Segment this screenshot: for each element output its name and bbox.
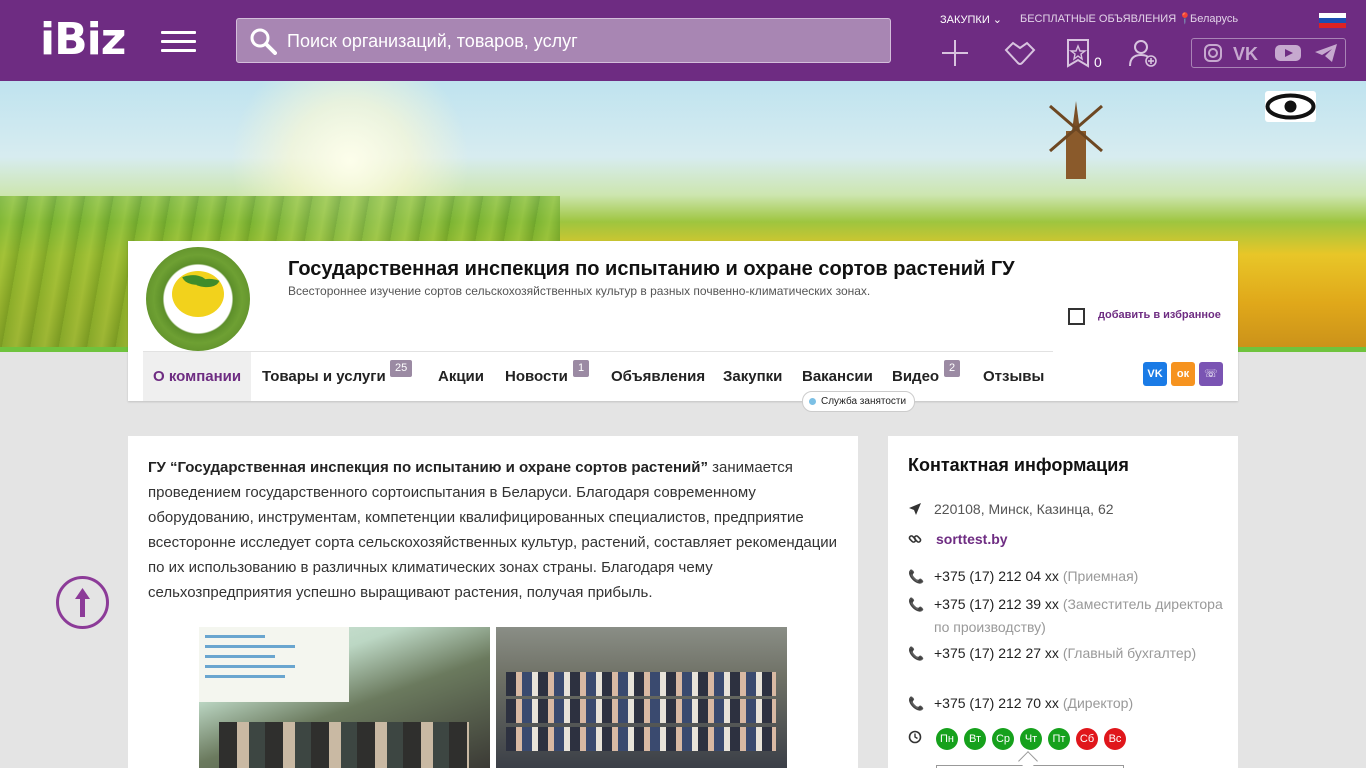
vk-icon[interactable]: VK bbox=[1233, 43, 1265, 63]
gallery-photo[interactable] bbox=[199, 627, 490, 768]
tab-video-badge: 2 bbox=[944, 360, 961, 377]
contact-phone[interactable]: 📞 +375 (17) 212 27 xx (Главный бухгалтер… bbox=[908, 642, 1228, 665]
phone-icon: 📞 bbox=[908, 646, 925, 661]
telegram-icon[interactable] bbox=[1314, 43, 1338, 63]
gallery-photo[interactable] bbox=[496, 627, 787, 768]
phone-icon: 📞 bbox=[908, 597, 925, 612]
share-viber-icon[interactable]: ☏ bbox=[1199, 362, 1223, 386]
windmill-image bbox=[1049, 101, 1103, 179]
tab-ads[interactable]: Объявления bbox=[601, 352, 715, 401]
contacts-panel: Контактная информация 220108, Минск, Каз… bbox=[888, 436, 1238, 768]
day-badge[interactable]: Пт bbox=[1048, 728, 1070, 750]
tab-products-badge: 25 bbox=[390, 360, 413, 377]
about-section: ГУ “Государственная инспекция по испытан… bbox=[128, 436, 858, 768]
scroll-top-button[interactable] bbox=[56, 576, 109, 629]
handshake-icon[interactable] bbox=[1003, 38, 1037, 68]
contacts-title: Контактная информация bbox=[908, 455, 1129, 475]
tab-promotions[interactable]: Акции bbox=[428, 352, 494, 401]
svg-text:VK: VK bbox=[1233, 44, 1258, 63]
link-free-ads[interactable]: БЕСПЛАТНЫЕ ОБЪЯВЛЕНИЯ bbox=[1020, 13, 1176, 25]
arrow-up-icon bbox=[75, 588, 90, 617]
contact-phone[interactable]: 📞 +375 (17) 212 39 xx (Заместитель дирек… bbox=[908, 593, 1228, 639]
day-badge[interactable]: Вс bbox=[1104, 728, 1126, 750]
add-icon[interactable] bbox=[940, 38, 970, 68]
youtube-icon[interactable] bbox=[1274, 43, 1302, 63]
employment-service-icon bbox=[809, 398, 816, 405]
phone-icon: 📞 bbox=[908, 696, 925, 711]
search-box[interactable]: Поиск организаций, товаров, услуг bbox=[236, 18, 891, 63]
day-badge[interactable]: Ср bbox=[992, 728, 1014, 750]
link-region[interactable]: 📍 Беларусь bbox=[1178, 13, 1238, 25]
link-icon bbox=[908, 535, 922, 543]
vacancies-tooltip: Служба занятости bbox=[802, 391, 916, 412]
tab-news-badge: 1 bbox=[573, 360, 590, 377]
user-add-icon[interactable] bbox=[1128, 38, 1158, 68]
company-logo-text: ГИИОСР bbox=[180, 323, 210, 330]
search-icon bbox=[250, 28, 277, 55]
tab-products[interactable]: Товары и услуги bbox=[252, 352, 396, 401]
day-badge[interactable]: Пн bbox=[936, 728, 958, 750]
top-bar: iBiz Поиск организаций, товаров, услуг З… bbox=[0, 0, 1366, 81]
favorites-count: 0 bbox=[1094, 54, 1102, 70]
social-links: VK bbox=[1191, 38, 1346, 68]
day-badge[interactable]: Сб bbox=[1076, 728, 1098, 750]
contact-phone[interactable]: 📞 +375 (17) 212 70 xx (Директор) bbox=[908, 692, 1228, 715]
accessibility-button[interactable] bbox=[1265, 91, 1316, 122]
navigation-arrow-icon bbox=[909, 503, 921, 515]
tab-reviews[interactable]: Отзывы bbox=[973, 352, 1054, 401]
contact-address: 220108, Минск, Казинца, 62 bbox=[908, 498, 1228, 521]
day-badge[interactable]: Вт bbox=[964, 728, 986, 750]
instagram-icon[interactable] bbox=[1203, 43, 1223, 63]
location-pin-icon: 📍 bbox=[1178, 13, 1192, 25]
search-input[interactable]: Поиск организаций, товаров, услуг bbox=[287, 31, 578, 52]
link-purchases[interactable]: ЗАКУПКИ ⌄ bbox=[940, 13, 1002, 26]
chevron-down-icon: ⌄ bbox=[992, 14, 1003, 26]
share-vk-icon[interactable]: VK bbox=[1143, 362, 1167, 386]
contact-phone[interactable]: 📞 +375 (17) 212 04 xx (Приемная) bbox=[908, 565, 1228, 588]
favorite-label[interactable]: добавить в избранное bbox=[1098, 309, 1221, 321]
company-subtitle: Всестороннее изучение сортов сельскохозя… bbox=[288, 284, 871, 298]
tab-about[interactable]: О компании bbox=[143, 352, 252, 401]
company-card: ГИИОСР Государственная инспекция по испы… bbox=[128, 241, 1238, 401]
favorites-icon[interactable] bbox=[1066, 38, 1090, 68]
tab-news[interactable]: Новости bbox=[495, 352, 578, 401]
phone-icon: 📞 bbox=[908, 569, 925, 584]
flag-ru-icon[interactable] bbox=[1319, 13, 1346, 28]
menu-icon[interactable] bbox=[161, 31, 196, 53]
site-logo[interactable]: iBiz bbox=[40, 18, 126, 62]
about-text: ГУ “Государственная инспекция по испытан… bbox=[148, 459, 838, 601]
tab-purchases[interactable]: Закупки bbox=[713, 352, 792, 401]
contact-website[interactable]: sorttest.by bbox=[908, 528, 1228, 551]
clock-icon bbox=[908, 730, 922, 744]
favorite-checkbox[interactable] bbox=[1068, 308, 1085, 325]
day-badge[interactable]: Чт bbox=[1020, 728, 1042, 750]
company-logo: ГИИОСР bbox=[146, 247, 250, 351]
about-company-name: ГУ “Государственная инспекция по испытан… bbox=[148, 459, 708, 476]
company-title: Государственная инспекция по испытанию и… bbox=[288, 258, 1015, 280]
share-ok-icon[interactable]: ок bbox=[1171, 362, 1195, 386]
eye-icon bbox=[1265, 93, 1316, 120]
